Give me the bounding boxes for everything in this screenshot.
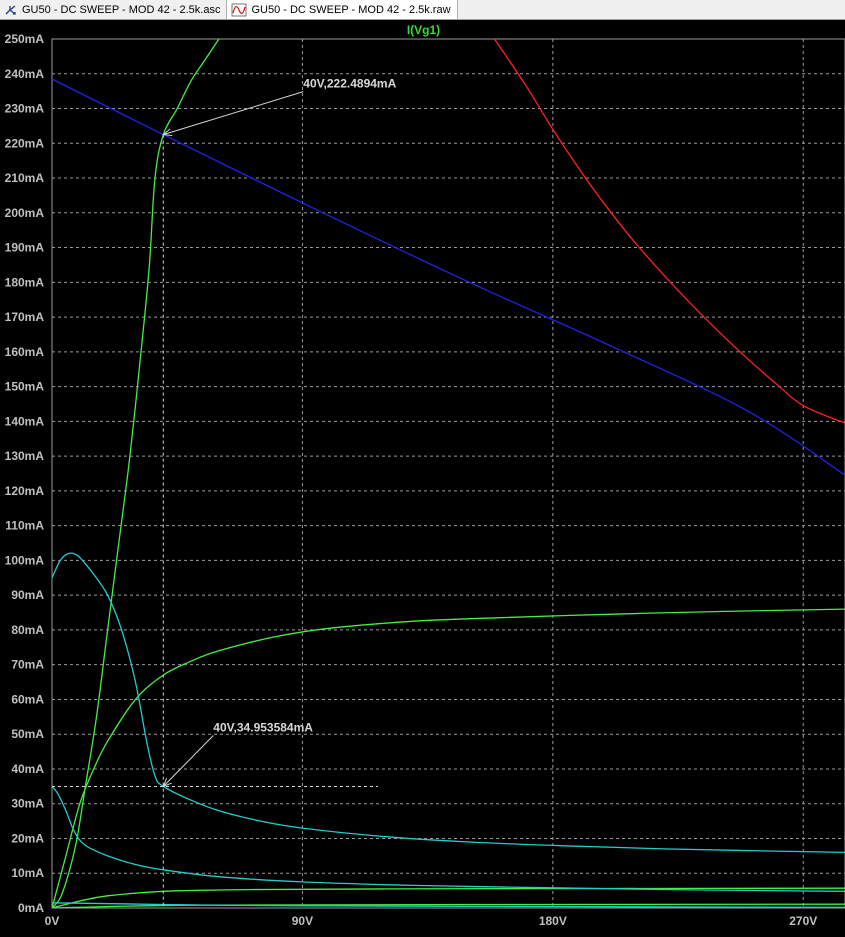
y-tick-label: 150mA <box>5 380 45 394</box>
y-tick-label: 0mA <box>18 901 44 915</box>
series-line-0 <box>493 39 845 424</box>
y-tick-label: 220mA <box>5 136 45 150</box>
tab-bar: GU50 - DC SWEEP - MOD 42 - 2.5k.asc GU50… <box>0 0 845 20</box>
plot-frame <box>51 38 845 909</box>
y-tick-label: 190mA <box>5 241 45 255</box>
y-tick-label: 160mA <box>5 345 45 359</box>
y-tick-label: 210mA <box>5 171 45 185</box>
y-tick-label: 110mA <box>5 519 44 533</box>
x-tick-label: 270V <box>789 914 817 928</box>
y-tick-label: 60mA <box>11 692 44 706</box>
annotation-label: 40V,222.4894mA <box>303 77 396 91</box>
annotations: 40V,222.4894mA 40V,34.953584mA <box>52 77 397 908</box>
waveform-icon <box>232 3 247 16</box>
y-tick-label: 240mA <box>5 67 45 81</box>
annotation-arrow <box>162 735 214 787</box>
y-tick-label: 90mA <box>11 588 44 602</box>
series-line-3 <box>52 608 845 908</box>
y-tick-label: 20mA <box>11 831 44 845</box>
y-tick-label: 140mA <box>5 414 45 428</box>
plot-area[interactable]: 0mA 10mA 20mA 30mA 40mA 50mA 60mA 70mA 80mA 90mA 1… <box>0 20 845 937</box>
y-tick-label: 30mA <box>11 797 44 811</box>
y-tick-label: 230mA <box>5 102 45 116</box>
chart-title: I(Vg1) <box>407 23 440 37</box>
y-tick-label: 170mA <box>5 310 45 324</box>
y-tick-label: 70mA <box>11 658 44 672</box>
series-line-2 <box>52 39 220 908</box>
y-tick-label: 200mA <box>5 206 45 220</box>
annotation-arrow <box>163 91 304 136</box>
y-tick-label: 130mA <box>5 449 45 463</box>
series-line-6 <box>52 552 845 854</box>
y-tick-label: 80mA <box>11 623 44 637</box>
y-tick-label: 100mA <box>5 553 45 567</box>
axes: 0mA 10mA 20mA 30mA 40mA 50mA 60mA 70mA 80mA 90mA 1… <box>5 32 845 928</box>
x-tick-label: 180V <box>539 914 567 928</box>
y-tick-label: 120mA <box>5 484 45 498</box>
y-tick-label: 10mA <box>11 866 44 880</box>
tab-waveform[interactable]: GU50 - DC SWEEP - MOD 42 - 2.5k.raw <box>227 0 458 19</box>
tab-schematic[interactable]: GU50 - DC SWEEP - MOD 42 - 2.5k.asc <box>0 0 228 19</box>
x-tick-label: 90V <box>292 914 313 928</box>
tab-label: GU50 - DC SWEEP - MOD 42 - 2.5k.raw <box>251 3 451 16</box>
grid <box>52 38 845 909</box>
annotation-label: 40V,34.953584mA <box>213 721 313 735</box>
schematic-icon <box>5 4 16 15</box>
y-tick-label: 40mA <box>11 762 44 776</box>
tab-label: GU50 - DC SWEEP - MOD 42 - 2.5k.asc <box>22 3 221 16</box>
y-tick-label: 50mA <box>11 727 44 741</box>
series-line-1 <box>52 78 845 476</box>
y-tick-label: 250mA <box>5 32 45 46</box>
series-group <box>52 39 845 908</box>
y-tick-label: 180mA <box>5 275 45 289</box>
x-tick-label: 0V <box>45 914 60 928</box>
